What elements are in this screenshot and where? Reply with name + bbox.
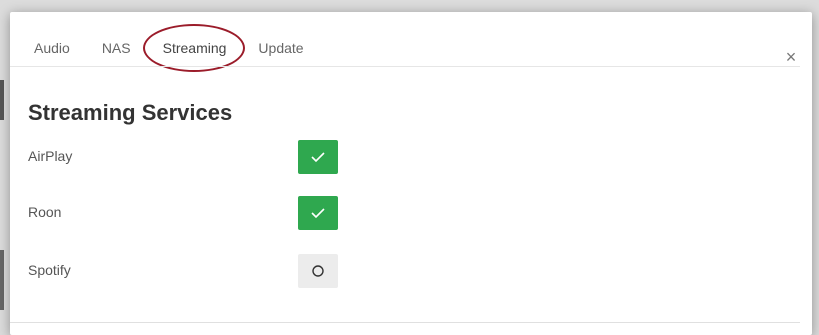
- airplay-toggle[interactable]: [298, 140, 338, 174]
- dialog-footer-divider: [10, 322, 800, 323]
- service-row-roon: Roon: [28, 196, 388, 232]
- close-button[interactable]: ×: [782, 48, 800, 66]
- tab-streaming[interactable]: Streaming: [142, 24, 245, 72]
- service-row-airplay: AirPlay: [28, 140, 388, 176]
- section-title: Streaming Services: [28, 100, 233, 125]
- spotify-toggle[interactable]: [298, 254, 338, 288]
- service-label-roon: Roon: [28, 204, 62, 220]
- backdrop-decoration: [0, 80, 4, 120]
- service-label-airplay: AirPlay: [28, 148, 73, 164]
- backdrop-decoration: [0, 250, 4, 310]
- circle-icon: [312, 265, 324, 277]
- tab-nas[interactable]: NAS: [86, 30, 147, 66]
- tab-bar: Audio NAS Streaming Update: [18, 24, 320, 72]
- check-icon: [311, 208, 325, 219]
- tab-audio[interactable]: Audio: [18, 30, 86, 66]
- service-label-spotify: Spotify: [28, 262, 71, 278]
- roon-toggle[interactable]: [298, 196, 338, 230]
- tab-update[interactable]: Update: [242, 30, 319, 66]
- service-row-spotify: Spotify: [28, 254, 388, 290]
- tab-streaming-label: Streaming: [162, 40, 227, 56]
- check-icon: [311, 152, 325, 163]
- tab-divider: [10, 66, 800, 67]
